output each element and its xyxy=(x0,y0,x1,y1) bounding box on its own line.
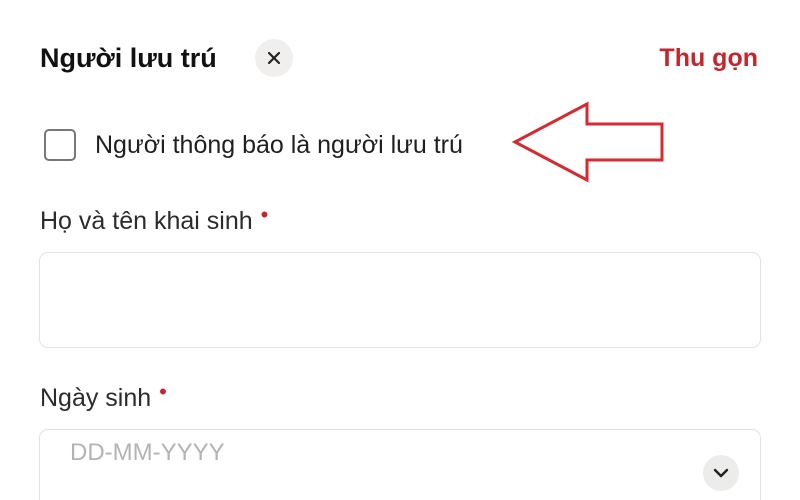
page-title: Người lưu trú xyxy=(40,43,217,73)
close-button[interactable] xyxy=(255,39,293,77)
resident-form: Người lưu trú Thu gọn Người thông báo là… xyxy=(0,0,800,500)
birth-date-label: Ngày sinh • xyxy=(40,379,167,412)
full-name-input[interactable] xyxy=(39,252,761,348)
checkbox-label: Người thông báo là người lưu trú xyxy=(95,131,463,159)
birth-date-dropdown-button[interactable] xyxy=(703,455,739,491)
birth-date-input[interactable] xyxy=(39,429,761,500)
annotation-arrow-icon xyxy=(511,101,664,183)
notifier-is-resident-checkbox[interactable] xyxy=(44,129,76,161)
close-icon xyxy=(267,51,281,65)
notifier-is-resident-row[interactable]: Người thông báo là người lưu trú xyxy=(44,127,463,163)
chevron-down-icon xyxy=(713,468,729,478)
required-marker: • xyxy=(260,202,269,227)
required-marker: • xyxy=(159,379,167,404)
collapse-link[interactable]: Thu gọn xyxy=(659,40,758,76)
full-name-label: Họ và tên khai sinh • xyxy=(40,202,269,235)
